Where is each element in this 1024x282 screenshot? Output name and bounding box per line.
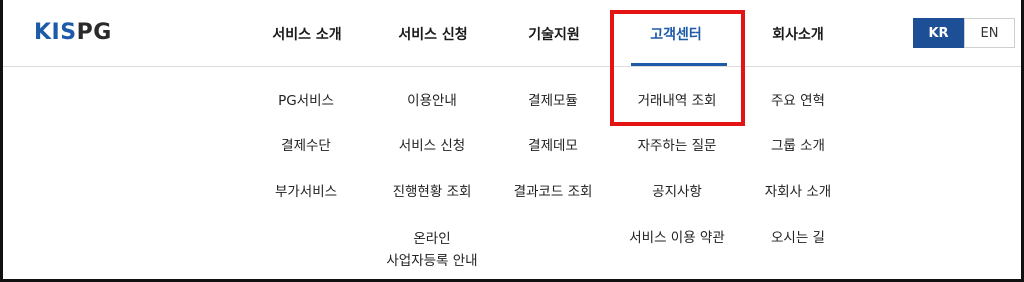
language-en-button[interactable]: EN [964,18,1015,48]
submenu-online-line1: 온라인 [413,231,451,247]
submenu-payment-methods[interactable]: 결제수단 [281,135,331,157]
submenu-result-code-lookup[interactable]: 결과코드 조회 [514,181,593,203]
submenu-directions[interactable]: 오시는 길 [771,227,825,249]
nav-service-apply[interactable]: 서비스 신청 [398,24,467,44]
submenu-group-intro[interactable]: 그룹 소개 [771,135,825,157]
nav-tech-support[interactable]: 기술지원 [528,24,580,44]
submenu-service-apply[interactable]: 서비스 신청 [399,135,465,157]
submenu-payment-module[interactable]: 결제모듈 [528,90,578,112]
submenu-history[interactable]: 주요 연혁 [771,90,825,112]
language-kr-button[interactable]: KR [913,18,964,48]
submenu-notices[interactable]: 공지사항 [652,181,702,203]
submenu-online-business-registration[interactable]: 온라인 사업자등록 안내 [362,228,502,272]
submenu-additional-services[interactable]: 부가서비스 [275,181,337,203]
submenu-pg-service[interactable]: PG서비스 [278,90,334,112]
kispg-logo[interactable]: KISPG [34,20,112,45]
submenu-faq[interactable]: 자주하는 질문 [638,135,717,157]
submenu-usage-guide[interactable]: 이용안내 [407,90,457,112]
header: KISPG 서비스 소개 서비스 신청 기술지원 고객센터 회사소개 KR EN [3,0,1021,67]
nav-company-intro[interactable]: 회사소개 [772,24,824,44]
submenu-subsidiary-intro[interactable]: 자회사 소개 [765,181,831,203]
submenu-online-line2: 사업자등록 안내 [386,253,478,269]
submenu-terms-of-service[interactable]: 서비스 이용 약관 [629,227,725,249]
submenu-payment-demo[interactable]: 결제데모 [528,135,578,157]
nav-service-intro[interactable]: 서비스 소개 [272,24,341,44]
highlight-annotation-box [610,10,745,126]
submenu-progress-status[interactable]: 진행현황 조회 [393,181,472,203]
